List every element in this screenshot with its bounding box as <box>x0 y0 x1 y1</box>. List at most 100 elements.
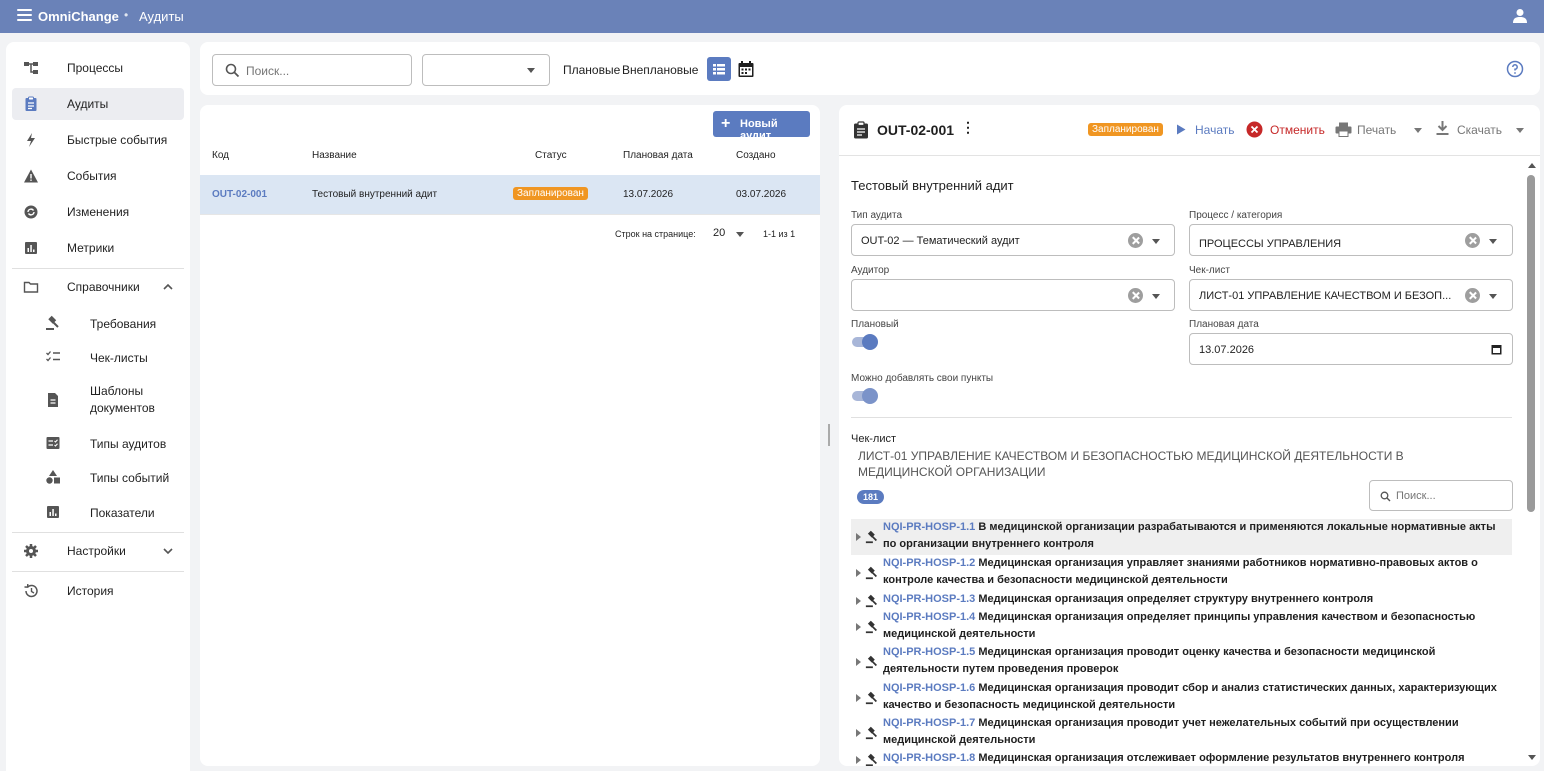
dropdown-arrow-icon[interactable] <box>1489 294 1497 299</box>
clear-icon[interactable] <box>1128 288 1143 303</box>
list-view-button[interactable] <box>707 57 731 81</box>
checklist-item[interactable]: NQI-PR-HOSP-1.2 Медицинская организация … <box>851 555 1512 591</box>
auditor-label: Аудитор <box>851 265 890 276</box>
checklist-item[interactable]: NQI-PR-HOSP-1.3 Медицинская организация … <box>851 591 1512 609</box>
gavel-icon <box>865 655 877 669</box>
vertical-scrollbar[interactable] <box>1525 158 1537 766</box>
scrollbar-thumb[interactable] <box>1527 175 1535 512</box>
user-icon[interactable] <box>1513 8 1527 24</box>
print-label: Печать <box>1357 123 1397 137</box>
sidebar-subitem-indicators[interactable]: Показатели <box>12 501 184 523</box>
expand-arrow-icon[interactable] <box>856 694 861 702</box>
checklist-item[interactable]: NQI-PR-HOSP-1.6 Медицинская организация … <box>851 680 1512 716</box>
calendar-view-button[interactable] <box>734 57 758 81</box>
expand-arrow-icon[interactable] <box>856 658 861 666</box>
status-filter-select[interactable] <box>422 54 550 86</box>
table-row[interactable]: OUT-02-001 Тестовый внутренний адит Запл… <box>200 175 820 214</box>
checklist-search-input[interactable] <box>1396 487 1506 505</box>
sidebar-subitem-audit-types[interactable]: Типы аудитов <box>12 432 184 454</box>
checklist-search-field[interactable] <box>1369 480 1513 511</box>
plus-icon: + <box>721 115 731 132</box>
planned-toggle[interactable] <box>851 333 879 351</box>
sidebar-item-references[interactable]: Справочники <box>12 271 184 303</box>
expand-arrow-icon[interactable] <box>856 597 861 605</box>
expand-arrow-icon[interactable] <box>856 533 861 541</box>
clear-icon[interactable] <box>1465 233 1480 248</box>
sidebar-subitem-checklists[interactable]: Чек-листы <box>12 346 184 368</box>
audit-types-icon <box>46 437 60 449</box>
print-dropdown-icon[interactable] <box>1414 128 1422 133</box>
help-icon[interactable] <box>1506 60 1524 78</box>
filter-planned[interactable]: Плановые <box>563 63 620 77</box>
column-header-name[interactable]: Название <box>312 150 357 161</box>
dropdown-arrow-icon[interactable] <box>1489 239 1497 244</box>
clear-icon[interactable] <box>1128 233 1143 248</box>
column-header-status[interactable]: Статус <box>535 150 567 161</box>
planned-label: Плановый <box>851 319 899 330</box>
checklist-item-code[interactable]: NQI-PR-HOSP-1.7 <box>883 717 975 729</box>
checklist-item[interactable]: NQI-PR-HOSP-1.8 Медицинская организация … <box>851 750 1512 766</box>
expand-arrow-icon[interactable] <box>856 756 861 764</box>
checklist-item-code[interactable]: NQI-PR-HOSP-1.3 <box>883 593 975 605</box>
checklist-item[interactable]: NQI-PR-HOSP-1.1 В медицинской организаци… <box>851 519 1512 555</box>
custom-items-toggle[interactable] <box>851 387 879 405</box>
planned-date-field[interactable]: 13.07.2026 <box>1189 333 1513 365</box>
search-field[interactable] <box>212 54 412 86</box>
calendar-icon[interactable] <box>1491 344 1502 355</box>
menu-icon[interactable] <box>17 9 32 23</box>
column-header-code[interactable]: Код <box>212 150 229 161</box>
app-title[interactable]: OmniChange <box>38 9 119 24</box>
scroll-up-arrow-icon[interactable] <box>1528 163 1536 168</box>
chevron-up-icon[interactable] <box>160 279 176 295</box>
more-vert-icon[interactable]: ⋮ <box>961 120 975 134</box>
checklist-item[interactable]: NQI-PR-HOSP-1.5 Медицинская организация … <box>851 644 1512 680</box>
rows-per-page-select[interactable]: 20 <box>713 227 725 239</box>
sidebar-item-audits[interactable]: Аудиты <box>12 88 184 120</box>
sidebar-subitem-event-types[interactable]: Типы событий <box>12 466 184 488</box>
sidebar-item-processes[interactable]: Процессы <box>12 52 184 84</box>
audit-type-select[interactable]: OUT-02 — Тематический аудит <box>851 224 1175 256</box>
checklist-item-code[interactable]: NQI-PR-HOSP-1.5 <box>883 646 975 658</box>
sidebar-subitem-requirements[interactable]: Требования <box>12 312 184 334</box>
sidebar-item-settings[interactable]: Настройки <box>12 535 184 567</box>
chevron-down-icon[interactable] <box>160 543 176 559</box>
column-header-planned-date[interactable]: Плановая дата <box>623 150 693 161</box>
checklist-item-code[interactable]: NQI-PR-HOSP-1.2 <box>883 557 975 569</box>
sidebar-subitem-label: Чек-листы <box>90 351 148 365</box>
checklist-item-text: NQI-PR-HOSP-1.1 В медицинской организаци… <box>883 519 1508 553</box>
auditor-select[interactable] <box>851 279 1175 311</box>
sidebar-item-label: Настройки <box>67 544 126 558</box>
expand-arrow-icon[interactable] <box>856 569 861 577</box>
expand-arrow-icon[interactable] <box>856 623 861 631</box>
sidebar-subitem-doc-templates[interactable]: Шаблоны документов <box>12 380 184 420</box>
new-audit-button[interactable]: + Новый аудит <box>713 111 810 142</box>
scroll-down-arrow-icon[interactable] <box>1528 755 1536 760</box>
sidebar-item-quick-events[interactable]: Быстрые события <box>12 124 184 156</box>
filter-unplanned[interactable]: Внеплановые <box>622 63 698 77</box>
search-input[interactable] <box>246 61 404 81</box>
sidebar-item-changes[interactable]: Изменения <box>12 196 184 228</box>
dropdown-arrow-icon[interactable] <box>1152 294 1160 299</box>
expand-arrow-icon[interactable] <box>856 729 861 737</box>
rows-per-page-arrow-icon[interactable] <box>736 232 744 237</box>
checklist-item-code[interactable]: NQI-PR-HOSP-1.8 <box>883 752 975 764</box>
column-header-created[interactable]: Создано <box>736 150 776 161</box>
checklist-item-code[interactable]: NQI-PR-HOSP-1.6 <box>883 682 975 694</box>
download-icon <box>1436 121 1449 135</box>
sidebar-item-events[interactable]: События <box>12 160 184 192</box>
checklist-item[interactable]: NQI-PR-HOSP-1.4 Медицинская организация … <box>851 609 1512 645</box>
row-code[interactable]: OUT-02-001 <box>212 189 267 200</box>
download-dropdown-icon[interactable] <box>1516 128 1524 133</box>
checklist-item-code[interactable]: NQI-PR-HOSP-1.4 <box>883 611 975 623</box>
sidebar-item-metrics[interactable]: Метрики <box>12 232 184 264</box>
sidebar-item-history[interactable]: История <box>12 575 184 607</box>
checklist-item[interactable]: NQI-PR-HOSP-1.7 Медицинская организация … <box>851 715 1512 751</box>
dropdown-arrow-icon[interactable] <box>1152 239 1160 244</box>
checklist-select[interactable]: ЛИСТ-01 УПРАВЛЕНИЕ КАЧЕСТВОМ И БЕЗОП... <box>1189 279 1513 311</box>
process-select[interactable]: ПРОЦЕССЫ УПРАВЛЕНИЯ <box>1189 224 1513 256</box>
download-label: Скачать <box>1457 123 1502 137</box>
panel-resize-handle[interactable] <box>828 424 830 446</box>
clear-icon[interactable] <box>1465 288 1480 303</box>
checklist-item-code[interactable]: NQI-PR-HOSP-1.1 <box>883 521 975 533</box>
process-icon <box>24 62 38 74</box>
